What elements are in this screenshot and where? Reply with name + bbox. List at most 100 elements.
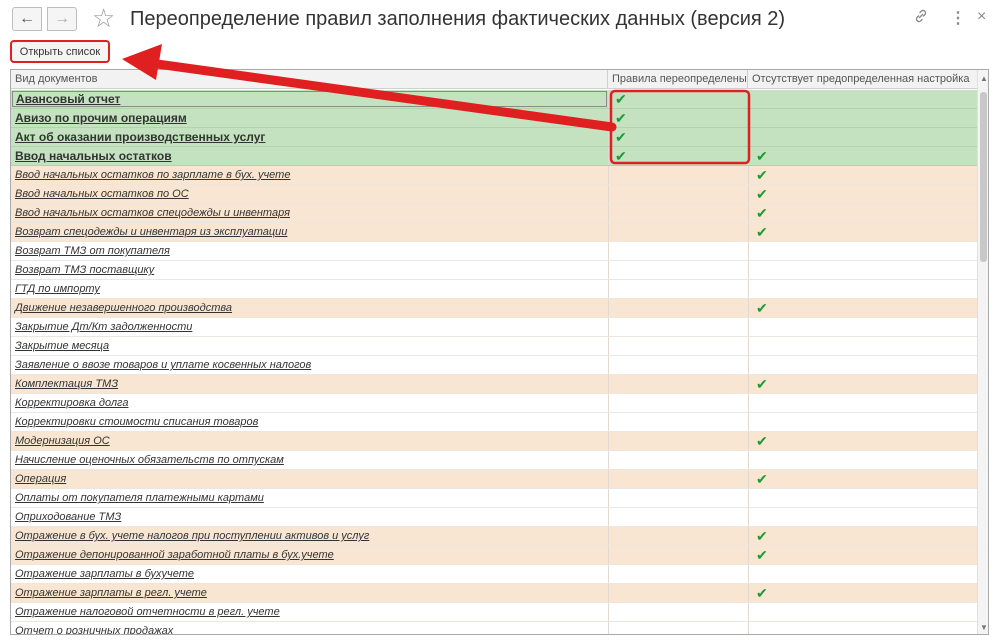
column-divider	[608, 546, 609, 564]
scroll-up-icon[interactable]: ▲	[980, 74, 988, 83]
column-divider	[608, 90, 609, 108]
document-type-link[interactable]: Закрытие месяца	[15, 337, 109, 356]
column-divider	[608, 147, 609, 165]
document-type-link[interactable]: Ввод начальных остатков	[15, 147, 172, 166]
document-type-link[interactable]: Возврат спецодежды и инвентаря из эксплу…	[15, 223, 287, 242]
document-type-link[interactable]: Отражение депонированной заработной плат…	[15, 546, 334, 565]
document-type-link[interactable]: Ввод начальных остатков по зарплате в бу…	[15, 166, 290, 185]
table-row[interactable]: Операция ✔	[11, 470, 977, 489]
table-row[interactable]: Комплектация ТМЗ ✔	[11, 375, 977, 394]
table-row[interactable]: Акт об оказании производственных услуг ✔	[11, 128, 977, 147]
table-row[interactable]: Отражение налоговой отчетности в регл. у…	[11, 603, 977, 622]
document-type-link[interactable]: Комплектация ТМЗ	[15, 375, 118, 394]
table-row[interactable]: Ввод начальных остатков по ОС ✔	[11, 185, 977, 204]
document-type-link[interactable]: Отражение налоговой отчетности в регл. у…	[15, 603, 280, 622]
table-row[interactable]: Авизо по прочим операциям ✔	[11, 109, 977, 128]
checkmark-icon: ✔	[756, 224, 768, 240]
document-type-link[interactable]: Оприходование ТМЗ	[15, 508, 121, 527]
column-divider	[608, 375, 609, 393]
column-divider	[748, 166, 749, 184]
table-row[interactable]: ГТД по импорту	[11, 280, 977, 299]
table-row[interactable]: Оплаты от покупателя платежными картами	[11, 489, 977, 508]
column-divider	[748, 508, 749, 526]
document-type-link[interactable]: Движение незавершенного производства	[15, 299, 232, 318]
column-divider	[608, 527, 609, 545]
table-row[interactable]: Авансовый отчет ✔	[11, 90, 977, 109]
column-divider	[748, 432, 749, 450]
table-row[interactable]: Отчет о розничных продажах	[11, 622, 977, 634]
close-icon[interactable]: ×	[977, 8, 986, 26]
checkmark-icon: ✔	[756, 300, 768, 316]
document-type-link[interactable]: Отражение в бух. учете налогов при посту…	[15, 527, 369, 546]
document-type-link[interactable]: Модернизация ОС	[15, 432, 110, 451]
star-icon[interactable]: ☆	[92, 4, 115, 32]
forward-button[interactable]: →	[47, 7, 77, 31]
document-type-link[interactable]: Заявление о ввозе товаров и уплате косве…	[15, 356, 311, 375]
column-header-rules-overridden[interactable]: Правила переопределены	[608, 70, 748, 89]
column-divider	[748, 185, 749, 203]
checkmark-icon: ✔	[615, 110, 627, 126]
document-type-link[interactable]: Отчет о розничных продажах	[15, 622, 173, 634]
column-divider	[608, 109, 609, 127]
document-type-link[interactable]: Авансовый отчет	[12, 91, 607, 107]
document-type-link[interactable]: Акт об оказании производственных услуг	[15, 128, 265, 147]
document-type-link[interactable]: Операция	[15, 470, 66, 489]
document-type-link[interactable]: Корректировки стоимости списания товаров	[15, 413, 258, 432]
checkmark-icon: ✔	[615, 91, 627, 107]
column-header-no-default-setting[interactable]: Отсутствует предопределенная настройка	[748, 70, 977, 89]
table-row[interactable]: Оприходование ТМЗ	[11, 508, 977, 527]
table-row[interactable]: Возврат ТМЗ поставщику	[11, 261, 977, 280]
column-divider	[608, 451, 609, 469]
document-type-link[interactable]: Отражение зарплаты в регл. учете	[15, 584, 207, 603]
document-type-link[interactable]: Авизо по прочим операциям	[15, 109, 187, 128]
scrollbar-thumb[interactable]	[980, 92, 987, 262]
document-type-link[interactable]: Закрытие Дт/Кт задолженности	[15, 318, 192, 337]
column-divider	[608, 299, 609, 317]
table-row[interactable]: Возврат спецодежды и инвентаря из эксплу…	[11, 223, 977, 242]
column-divider	[608, 584, 609, 602]
document-type-link[interactable]: Ввод начальных остатков спецодежды и инв…	[15, 204, 290, 223]
document-type-link[interactable]: Корректировка долга	[15, 394, 128, 413]
column-divider	[748, 413, 749, 431]
document-type-link[interactable]: ГТД по импорту	[15, 280, 100, 299]
more-menu-icon[interactable]: ⋮	[950, 8, 966, 28]
column-divider	[748, 90, 749, 108]
table-row[interactable]: Закрытие Дт/Кт задолженности	[11, 318, 977, 337]
document-type-link[interactable]: Начисление оценочных обязательств по отп…	[15, 451, 284, 470]
column-divider	[748, 299, 749, 317]
table-row[interactable]: Возврат ТМЗ от покупателя	[11, 242, 977, 261]
scroll-down-icon[interactable]: ▼	[980, 623, 988, 632]
table-row[interactable]: Заявление о ввозе товаров и уплате косве…	[11, 356, 977, 375]
table-row[interactable]: Ввод начальных остатков ✔ ✔	[11, 147, 977, 166]
table-row[interactable]: Начисление оценочных обязательств по отп…	[11, 451, 977, 470]
document-type-link[interactable]: Ввод начальных остатков по ОС	[15, 185, 189, 204]
column-header-document-type[interactable]: Вид документов	[11, 70, 608, 89]
document-type-link[interactable]: Возврат ТМЗ от покупателя	[15, 242, 170, 261]
table-row[interactable]: Отражение зарплаты в бухучете	[11, 565, 977, 584]
column-divider	[608, 489, 609, 507]
column-divider	[608, 185, 609, 203]
table-row[interactable]: Отражение зарплаты в регл. учете ✔	[11, 584, 977, 603]
vertical-scrollbar[interactable]: ▲ ▼	[977, 70, 988, 634]
table-row[interactable]: Движение незавершенного производства ✔	[11, 299, 977, 318]
table-row[interactable]: Модернизация ОС ✔	[11, 432, 977, 451]
checkmark-icon: ✔	[756, 205, 768, 221]
table-row[interactable]: Отражение депонированной заработной плат…	[11, 546, 977, 565]
document-type-link[interactable]: Оплаты от покупателя платежными картами	[15, 489, 264, 508]
link-icon[interactable]	[913, 8, 929, 29]
table-row[interactable]: Корректировка долга	[11, 394, 977, 413]
table-row[interactable]: Корректировки стоимости списания товаров	[11, 413, 977, 432]
table-row[interactable]: Отражение в бух. учете налогов при посту…	[11, 527, 977, 546]
checkmark-icon: ✔	[756, 167, 768, 183]
document-type-link[interactable]: Возврат ТМЗ поставщику	[15, 261, 154, 280]
table-row[interactable]: Закрытие месяца	[11, 337, 977, 356]
checkmark-icon: ✔	[615, 148, 627, 164]
arrow-left-icon: ←	[19, 10, 35, 27]
table-row[interactable]: Ввод начальных остатков по зарплате в бу…	[11, 166, 977, 185]
table-row[interactable]: Ввод начальных остатков спецодежды и инв…	[11, 204, 977, 223]
document-type-link[interactable]: Отражение зарплаты в бухучете	[15, 565, 194, 584]
back-button[interactable]: ←	[12, 7, 42, 31]
documents-table: Вид документов Правила переопределены От…	[10, 69, 989, 635]
column-divider	[608, 394, 609, 412]
open-list-button[interactable]: Открыть список	[10, 40, 110, 63]
